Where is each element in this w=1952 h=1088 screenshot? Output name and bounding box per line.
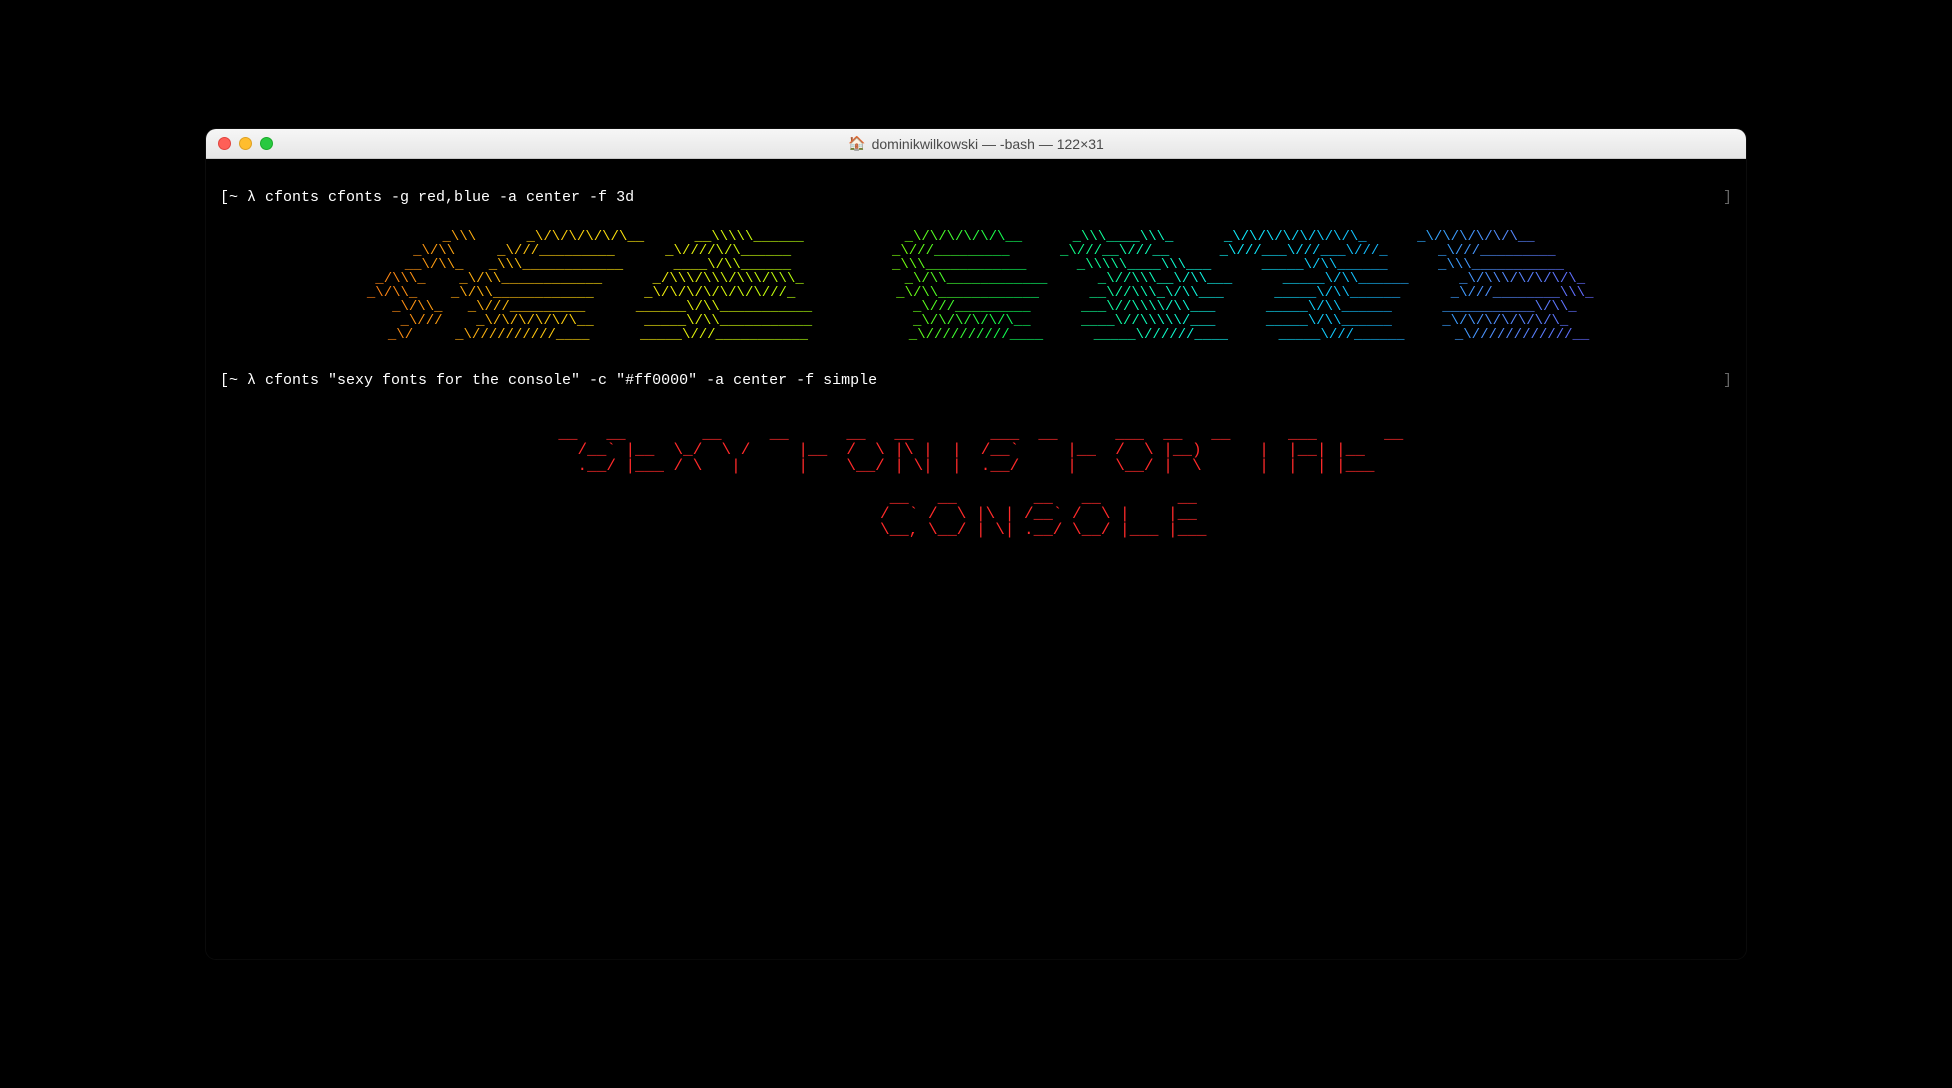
terminal-body[interactable]: [~ λ cfonts cfonts -g red,blue -a center… (206, 159, 1746, 959)
home-icon: 🏠 (848, 135, 865, 152)
ascii-output-simple: __ __ __ __ __ __ ___ __ ___ __ __ ___ _… (220, 426, 1732, 538)
zoom-icon[interactable] (260, 137, 273, 150)
prompt-close-bracket: ] (1723, 189, 1732, 206)
prompt-line-2: [~ λ cfonts "sexy fonts for the console"… (220, 372, 1732, 389)
titlebar: 🏠 dominikwilkowski — -bash — 122×31 (206, 129, 1746, 159)
terminal-window: 🏠 dominikwilkowski — -bash — 122×31 [~ λ… (206, 129, 1746, 959)
prompt-close-bracket: ] (1723, 372, 1732, 389)
window-title-wrap: 🏠 dominikwilkowski — -bash — 122×31 (206, 135, 1746, 152)
ascii-output-3d: _\\\ _\/\/\/\/\/\__ __\\\\\______ _\/\/\… (220, 230, 1732, 342)
prompt-line-1: [~ λ cfonts cfonts -g red,blue -a center… (220, 189, 1732, 206)
minimize-icon[interactable] (239, 137, 252, 150)
window-title: dominikwilkowski — -bash — 122×31 (872, 136, 1104, 152)
prompt-text: [~ λ cfonts cfonts -g red,blue -a center… (220, 189, 634, 206)
close-icon[interactable] (218, 137, 231, 150)
traffic-lights (218, 137, 273, 150)
prompt-text: [~ λ cfonts "sexy fonts for the console"… (220, 372, 877, 389)
